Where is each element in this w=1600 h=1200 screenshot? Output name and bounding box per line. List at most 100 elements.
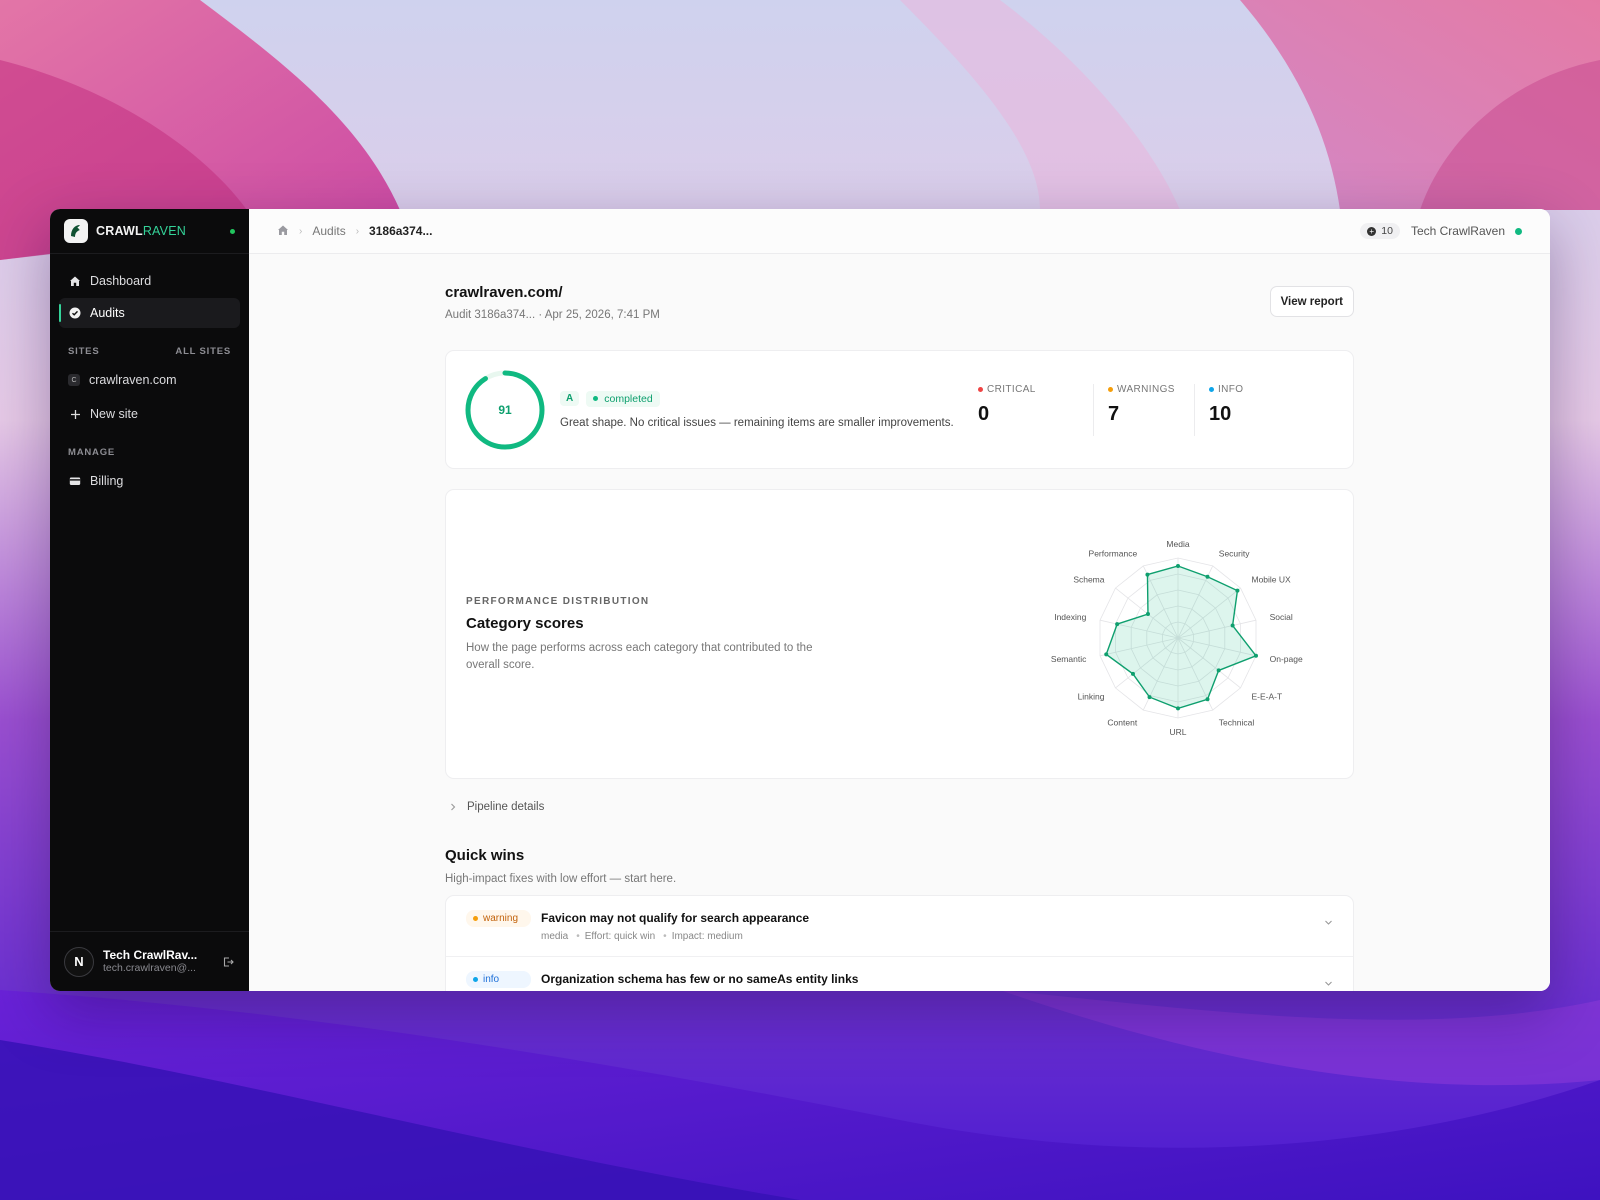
severity-dot [473,977,478,982]
category-radar-chart: Media Security Mobile UX Social On-page E-E-A… [1051,539,1303,737]
list-item[interactable]: warning Favicon may not qualify for sear… [446,896,1353,957]
manage-section-header: MANAGE [50,447,249,458]
chevron-right-icon: › [355,225,360,237]
sidebar: CRAWLRAVEN Dashboard Audits SITES ALL SI… [50,209,249,991]
sidebar-item-site[interactable]: C crawlraven.com [59,365,240,395]
credits-count: 10 [1381,225,1393,237]
all-sites-link[interactable]: ALL SITES [175,346,231,357]
radar-axis-label: Performance [1089,548,1138,558]
info-dot [1209,386,1214,392]
sidebar-item-label: crawlraven.com [89,373,177,387]
page-subtitle: Audit 3186a374... · Apr 25, 2026, 7:41 P… [445,309,660,321]
sidebar-item-label: Audits [90,306,125,320]
manage-nav: Billing [50,466,249,496]
radar-point [1205,697,1210,702]
radar-point [1145,572,1150,577]
severity-text: info [483,974,500,985]
avatar: N [64,946,94,977]
radar-point [1176,706,1180,711]
raven-logo-icon [64,219,88,243]
account-name[interactable]: Tech CrawlRaven [1411,224,1505,238]
sites-section-header: SITES ALL SITES [50,346,249,357]
sidebar-item-billing[interactable]: Billing [59,466,240,496]
view-report-button[interactable]: View report [1269,286,1354,317]
new-site-label: New site [90,407,138,421]
breadcrumb-current: 3186a374... [369,224,433,238]
plus-icon [68,407,82,421]
issue-counts: CRITICAL 0 WARNINGS 7 INFO 10 [978,383,1295,436]
radar-axis-label: Media [1166,539,1189,549]
new-site-button[interactable]: New site [59,399,240,429]
count-value: 7 [1108,402,1120,425]
quick-wins-title: Quick wins [445,847,525,864]
issue-title: Organization schema has few or no sameAs… [541,972,859,986]
logout-icon[interactable] [221,955,235,969]
radar-point [1104,652,1109,657]
warning-dot [1108,386,1113,392]
radar-axis-label: Technical [1219,718,1255,728]
home-icon[interactable] [277,224,289,239]
issue-category: media [541,931,569,942]
pipeline-details-toggle[interactable]: Pipeline details [445,801,1354,813]
issue-body: Organization schema has few or no sameAs… [541,971,858,991]
category-scores-text: PERFORMANCE DISTRIBUTION Category scores… [466,596,846,673]
list-item[interactable]: info Organization schema has few or no s… [446,957,1353,991]
radar-series-area [1105,565,1258,710]
issue-meta: media Effort: quick win Impact: medium [541,931,809,942]
brand-name: CRAWLRAVEN [96,224,186,238]
quick-wins-section: Quick wins High-impact fixes with low ef… [445,847,1354,991]
radar-point [1115,622,1120,627]
severity-dot [473,916,478,921]
sidebar-item-dashboard[interactable]: Dashboard [59,266,240,296]
radar-axis-label: Mobile UX [1251,574,1291,584]
home-icon [68,274,82,288]
issue-impact: Impact: medium [655,931,743,942]
issue-body: Favicon may not qualify for search appea… [541,910,809,956]
app-window: CRAWLRAVEN Dashboard Audits SITES ALL SI… [50,209,1550,991]
chevron-down-icon[interactable] [1324,975,1333,991]
credits-badge[interactable]: + 10 [1360,223,1400,239]
chevron-down-icon[interactable] [1324,914,1333,932]
section-eyebrow: PERFORMANCE DISTRIBUTION [466,596,650,607]
severity-badge: info [466,971,531,988]
radar-axis-label: Social [1270,612,1293,622]
info-count[interactable]: INFO 10 [1194,383,1295,436]
account-area: + 10 Tech CrawlRaven [1360,223,1522,239]
count-value: 10 [1209,402,1232,425]
brand-header[interactable]: CRAWLRAVEN [50,209,249,254]
critical-dot [978,386,983,392]
breadcrumb-audits-link[interactable]: Audits [312,224,345,238]
online-status-dot [230,228,235,234]
quick-wins-subtitle: High-impact fixes with low effort — star… [445,873,677,885]
chevron-right-icon [449,803,457,811]
score-summary: Great shape. No critical issues — remain… [560,416,954,429]
score-card: 91 A completed Great shape. No critical … [445,350,1354,469]
score-ring: 91 [464,369,546,451]
count-value: 0 [978,402,990,425]
section-title: Category scores [466,615,584,632]
sites-label: SITES [68,346,100,357]
radar-point [1176,564,1180,568]
radar-axis-label: E-E-A-T [1251,692,1282,702]
manage-label: MANAGE [68,447,116,458]
radar-axis-label: Security [1219,548,1250,558]
credit-plus-icon: + [1367,226,1377,236]
pipeline-label: Pipeline details [467,801,545,813]
radar-axis-label: Linking [1078,692,1105,702]
user-profile[interactable]: N Tech CrawlRav... tech.crawlraven@... [50,931,249,991]
critical-count[interactable]: CRITICAL 0 [978,384,1093,436]
site-favicon-badge: C [68,374,80,386]
radar-point [1147,695,1152,700]
warnings-count[interactable]: WARNINGS 7 [1093,383,1194,436]
main-content: › Audits › 3186a374... + 10 Tech CrawlRa… [249,209,1550,991]
status-dot [593,396,599,401]
count-label: INFO [1218,383,1244,395]
sidebar-item-audits[interactable]: Audits [59,298,240,328]
radar-point [1253,653,1258,658]
radar-point [1145,612,1150,617]
audit-content: crawlraven.com/ Audit 3186a374... · Apr … [445,254,1354,991]
radar-point [1230,623,1235,628]
sites-nav: C crawlraven.com New site [50,365,249,429]
severity-text: warning [483,913,519,924]
main-nav: Dashboard Audits [50,254,249,328]
